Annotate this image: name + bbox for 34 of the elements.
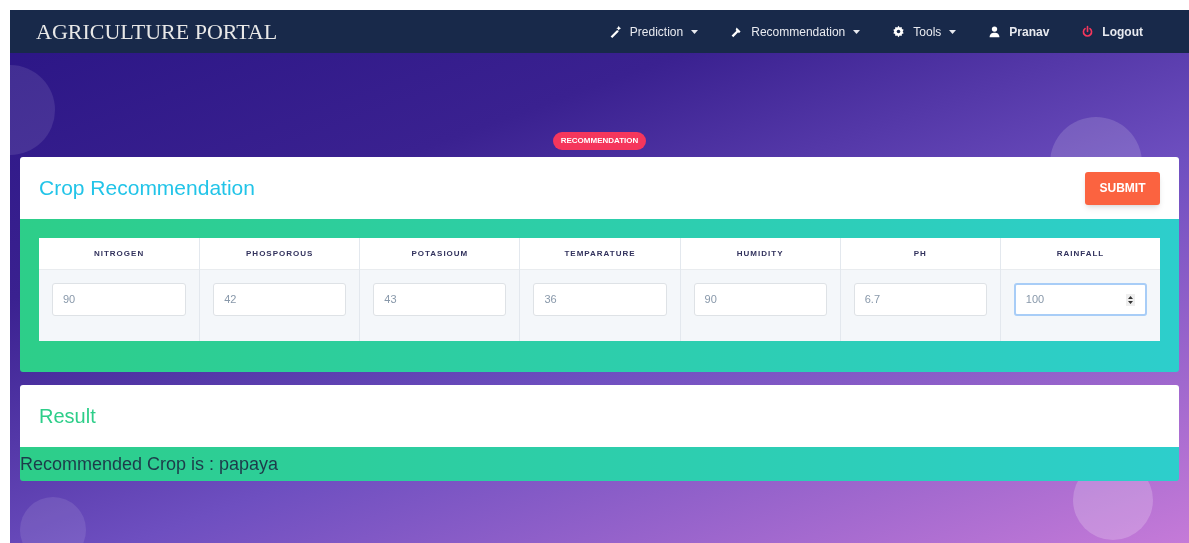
spinner-icon[interactable] [1126,293,1135,306]
nav-link[interactable]: Recommendation [730,22,861,41]
column-header: NITROGEN [39,238,200,270]
section-badge: RECOMMENDATION [552,132,647,150]
column-header: PHOSPOROUS [200,238,360,270]
result-text: Recommended Crop is : papaya [20,452,279,476]
column-header: HUMIDITY [680,238,840,270]
number-field[interactable]: 42 [213,283,347,316]
caret-icon [691,29,699,34]
card-title: Crop Recommendation [39,175,255,202]
card-title: Result [39,404,96,429]
column-header: POTASIOUM [360,238,520,270]
nav-link[interactable]: Pranav [988,22,1050,41]
column-header: RAINFALL [1000,238,1160,270]
nav-link[interactable]: Tools [892,22,957,41]
hammer-icon [730,25,744,38]
nav-link[interactable]: Logout [1081,22,1143,41]
nav-link[interactable]: Prediction [608,22,699,41]
brand-title[interactable]: AGRICULTURE PORTAL [36,15,278,48]
user-icon [988,25,1002,38]
submit-button[interactable]: SUBMIT [1085,171,1160,205]
wand-icon [608,25,622,38]
number-field[interactable]: 100 [1013,283,1147,316]
number-field[interactable]: 43 [373,283,507,316]
column-header: PH [840,238,1000,270]
number-field[interactable]: 90 [52,283,187,316]
gear-icon [892,25,906,38]
caret-icon [949,29,957,34]
number-field[interactable]: 90 [693,283,827,316]
power-icon [1081,25,1095,38]
caret-icon [853,29,861,34]
number-field[interactable]: 36 [533,283,667,316]
number-field[interactable]: 6.7 [853,283,987,316]
column-header: TEMPARATURE [520,238,680,270]
